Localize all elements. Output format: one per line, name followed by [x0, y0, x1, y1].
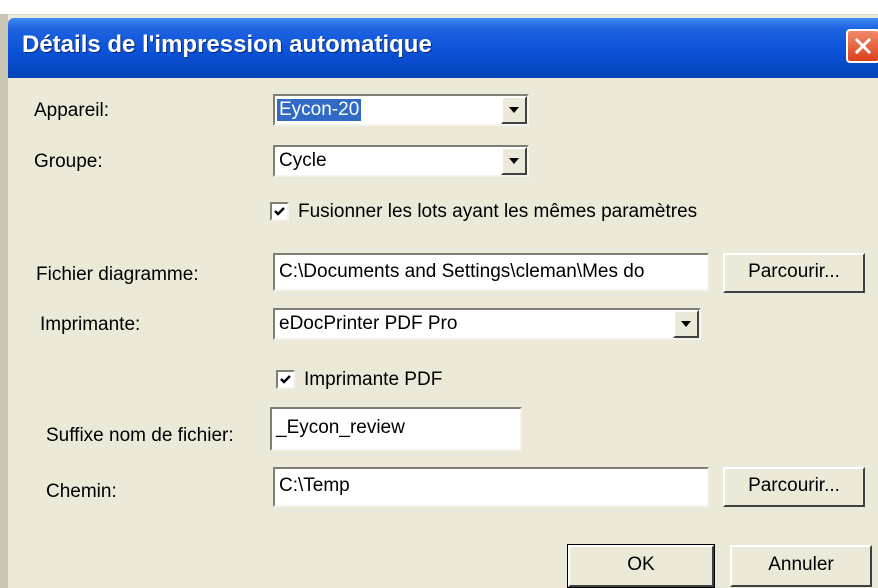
- chemin-browse-button[interactable]: Parcourir...: [723, 467, 865, 507]
- checkmark-icon: [280, 375, 291, 384]
- fusionner-label[interactable]: Fusionner les lots ayant les mêmes param…: [298, 201, 697, 223]
- close-button[interactable]: [846, 29, 878, 63]
- fichier-diagramme-label: Fichier diagramme:: [36, 264, 199, 285]
- imprimante-pdf-checkbox[interactable]: [276, 370, 295, 389]
- cancel-button[interactable]: Annuler: [730, 545, 872, 587]
- appareil-dropdown-button[interactable]: [501, 96, 527, 124]
- background-strip: [0, 0, 878, 15]
- suffixe-label: Suffixe nom de fichier:: [46, 425, 234, 446]
- groupe-value: Cycle: [279, 150, 327, 171]
- groupe-dropdown-button[interactable]: [501, 147, 527, 175]
- chevron-down-icon: [509, 158, 519, 164]
- window-title: Détails de l'impression automatique: [22, 31, 432, 58]
- chemin-label: Chemin:: [46, 481, 117, 502]
- appareil-value: Eycon-20: [277, 99, 362, 121]
- imprimante-value: eDocPrinter PDF Pro: [279, 313, 458, 334]
- imprimante-dropdown-button[interactable]: [673, 310, 699, 338]
- chemin-value: C:\Temp: [279, 475, 350, 496]
- checkmark-icon: [274, 207, 285, 216]
- chevron-down-icon: [509, 107, 519, 113]
- groupe-dropdown[interactable]: Cycle: [273, 145, 529, 177]
- fichier-diagramme-value: C:\Documents and Settings\cleman\Mes do: [279, 261, 645, 282]
- suffixe-value: _Eycon_review: [276, 417, 405, 438]
- close-icon: [854, 37, 872, 55]
- imprimante-pdf-label[interactable]: Imprimante PDF: [304, 369, 442, 391]
- suffixe-field[interactable]: _Eycon_review: [270, 407, 522, 451]
- chemin-field[interactable]: C:\Temp: [273, 467, 709, 507]
- groupe-label: Groupe:: [34, 151, 103, 172]
- fusionner-checkbox[interactable]: [270, 202, 289, 221]
- window-edge: [0, 14, 8, 588]
- fichier-diagramme-browse-button[interactable]: Parcourir...: [723, 253, 865, 293]
- title-bar[interactable]: Détails de l'impression automatique: [8, 18, 878, 78]
- appareil-label: Appareil:: [34, 100, 109, 121]
- appareil-dropdown[interactable]: Eycon-20: [273, 94, 529, 126]
- ok-button[interactable]: OK: [567, 544, 715, 588]
- fichier-diagramme-field[interactable]: C:\Documents and Settings\cleman\Mes do: [273, 253, 709, 291]
- imprimante-label: Imprimante:: [40, 314, 141, 335]
- imprimante-dropdown[interactable]: eDocPrinter PDF Pro: [273, 308, 701, 340]
- chevron-down-icon: [681, 321, 691, 327]
